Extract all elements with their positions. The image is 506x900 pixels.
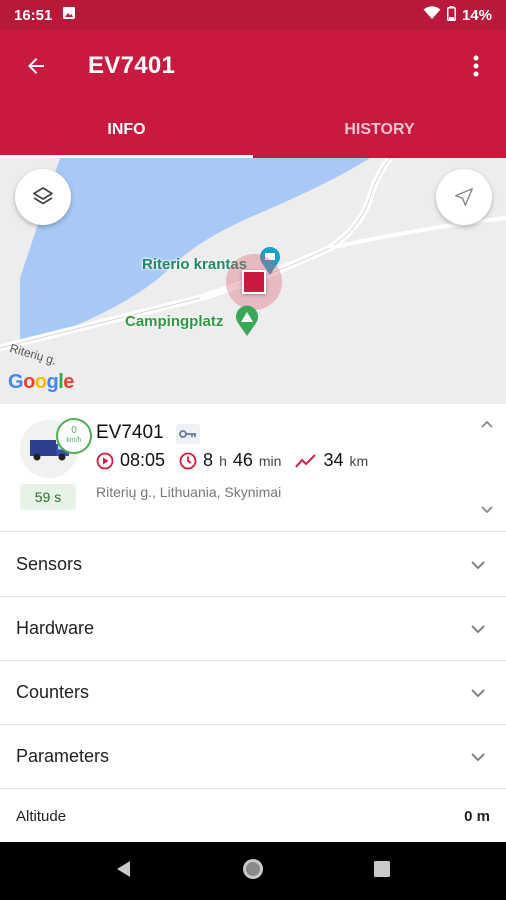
circle-home-icon (242, 858, 263, 879)
distance-value: 34 (323, 450, 344, 470)
status-time: 16:51 (14, 6, 53, 24)
status-bar: 16:51 14% (0, 0, 506, 30)
battery-percent: 14% (461, 6, 492, 24)
square-recents-icon (374, 860, 391, 877)
section-label: Counters (16, 682, 90, 702)
duration-minutes: 46 (232, 450, 253, 470)
duration-minutes-unit: min (258, 452, 282, 469)
vehicle-name: EV7401 (96, 422, 164, 443)
altitude-label: Altitude (16, 807, 67, 825)
triangle-back-icon (116, 860, 130, 877)
page-title: EV7401 (88, 52, 176, 79)
altitude-row: Altitude 0 m (0, 790, 506, 842)
section-label: Hardware (16, 618, 95, 638)
nav-recents-button[interactable] (372, 859, 392, 884)
duration-hours: 8 (203, 450, 214, 470)
expand-button[interactable] (480, 502, 494, 520)
speed-unit: km/h (66, 437, 82, 444)
chevron-down-icon (471, 624, 485, 633)
duration-metric: 8h 46 min (179, 450, 281, 471)
more-vert-icon (473, 55, 479, 77)
altitude-value: 0 m (464, 807, 490, 825)
chevron-down-icon (471, 688, 485, 697)
battery-icon (446, 5, 456, 25)
start-time-metric: 08:05 (96, 450, 165, 471)
key-icon (176, 424, 200, 444)
app-bar: EV7401 (0, 30, 506, 102)
collapse-button[interactable] (480, 416, 494, 434)
vehicle-marker-square (242, 270, 266, 294)
section-label: Parameters (16, 746, 110, 766)
distance-metric: 34 km (295, 450, 368, 471)
tab-bar: INFO HISTORY (0, 102, 506, 158)
chevron-down-icon (471, 752, 485, 761)
layers-icon (33, 187, 53, 205)
image-notification-icon (62, 6, 76, 24)
section-counters[interactable]: Counters (0, 661, 506, 725)
trend-icon (295, 453, 317, 468)
map-view[interactable]: Riterio krantas Campingplatz Riterių g. … (0, 158, 506, 404)
section-label: Sensors (16, 554, 83, 574)
section-parameters[interactable]: Parameters (0, 725, 506, 789)
google-attribution: Google (8, 371, 74, 393)
chevron-down-icon (471, 560, 485, 569)
system-nav-bar (0, 842, 506, 900)
clock-icon (179, 452, 197, 469)
navigation-arrow-icon (455, 188, 473, 206)
speed-indicator: 0 km/h (56, 418, 92, 454)
vehicle-summary-card[interactable]: 0 km/h 59 s EV7401 08:05 8h 46 min 34 km R… (0, 404, 506, 532)
tab-history[interactable]: HISTORY (253, 102, 506, 158)
last-update-badge: 59 s (20, 484, 76, 510)
poi-label-campingplatz: Campingplatz (125, 313, 224, 330)
distance-unit: km (349, 452, 369, 469)
duration-hours-unit: h (219, 452, 227, 469)
overflow-menu-button[interactable] (446, 30, 506, 102)
nav-back-button[interactable] (114, 859, 134, 884)
chevron-up-icon (481, 420, 493, 428)
arrow-back-icon (28, 58, 44, 74)
section-hardware[interactable]: Hardware (0, 597, 506, 661)
vehicle-marker[interactable] (226, 254, 282, 310)
tab-info[interactable]: INFO (0, 102, 253, 158)
campsite-pin-icon (234, 304, 260, 341)
speed-value: 0 (71, 425, 77, 436)
wifi-icon (423, 6, 441, 24)
back-button[interactable] (0, 30, 72, 102)
vehicle-address: Riterių g., Lithuania, Skynimai (96, 484, 282, 500)
locate-button[interactable] (436, 169, 492, 225)
map-layers-button[interactable] (15, 169, 71, 225)
start-time: 08:05 (120, 450, 166, 470)
trip-metrics: 08:05 8h 46 min 34 km (96, 450, 382, 471)
play-circle-icon (96, 452, 114, 469)
nav-home-button[interactable] (241, 857, 265, 886)
chevron-down-icon (481, 506, 493, 514)
section-sensors[interactable]: Sensors (0, 533, 506, 597)
